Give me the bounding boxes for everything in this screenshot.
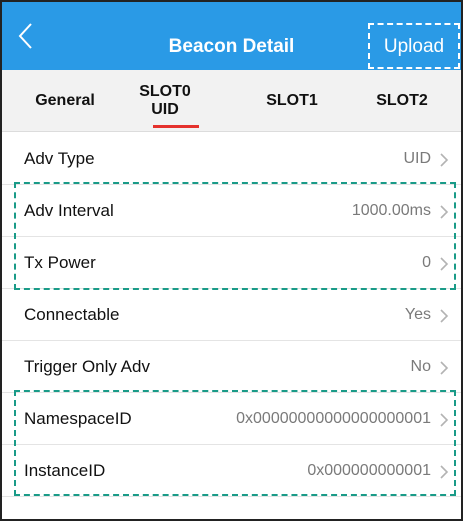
row-value: 1000.00ms <box>351 202 431 219</box>
tab-slot0[interactable]: SLOT0 UID <box>120 70 210 132</box>
row-adv-type[interactable]: Adv Type UID <box>2 133 461 185</box>
tab-slot1[interactable]: SLOT1 <box>242 70 342 132</box>
row-label: Adv Interval <box>24 201 114 220</box>
row-tx-power[interactable]: Tx Power 0 <box>2 237 461 289</box>
row-value: UID <box>403 150 431 167</box>
chevron-right-icon <box>440 153 449 167</box>
selected-tab-indicator <box>153 125 199 128</box>
tab-general-label: General <box>35 92 95 109</box>
back-button[interactable] <box>18 22 48 52</box>
chevron-right-icon <box>440 309 449 323</box>
row-value: Yes <box>404 306 431 323</box>
tab-slot0-frame-type: UID <box>151 101 179 118</box>
row-trigger-only-adv[interactable]: Trigger Only Adv No <box>2 341 461 393</box>
tab-slot0-label: SLOT0 <box>139 83 191 100</box>
tab-slot2-label: SLOT2 <box>376 92 428 109</box>
row-value: 0 <box>422 254 431 271</box>
row-namespace-id[interactable]: NamespaceID 0x00000000000000000001 <box>2 393 461 445</box>
tab-slot1-label: SLOT1 <box>266 92 318 109</box>
row-adv-interval[interactable]: Adv Interval 1000.00ms <box>2 185 461 237</box>
row-label: Trigger Only Adv <box>24 357 150 376</box>
navigation-bar: Beacon Detail Upload <box>2 2 461 70</box>
chevron-right-icon <box>440 361 449 375</box>
chevron-right-icon <box>440 413 449 427</box>
row-value: 0x00000000000000000001 <box>236 410 431 427</box>
tab-general[interactable]: General <box>6 70 124 132</box>
chevron-right-icon <box>440 465 449 479</box>
tab-slot2[interactable]: SLOT2 <box>352 70 452 132</box>
row-label: Connectable <box>24 305 120 324</box>
row-value: No <box>410 358 431 375</box>
app-frame: Beacon Detail Upload General SLOT0 UID S… <box>0 0 463 521</box>
chevron-right-icon <box>440 257 449 271</box>
upload-button[interactable]: Upload <box>368 23 460 69</box>
row-instance-id[interactable]: InstanceID 0x000000000001 <box>2 445 461 497</box>
chevron-left-icon <box>18 23 32 49</box>
row-connectable[interactable]: Connectable Yes <box>2 289 461 341</box>
row-label: Adv Type <box>24 149 95 168</box>
row-label: InstanceID <box>24 461 106 480</box>
row-value: 0x000000000001 <box>307 462 431 479</box>
chevron-right-icon <box>440 205 449 219</box>
row-label: NamespaceID <box>24 409 132 428</box>
row-label: Tx Power <box>24 253 96 272</box>
slot-tab-bar: General SLOT0 UID SLOT1 SLOT2 <box>2 70 461 132</box>
